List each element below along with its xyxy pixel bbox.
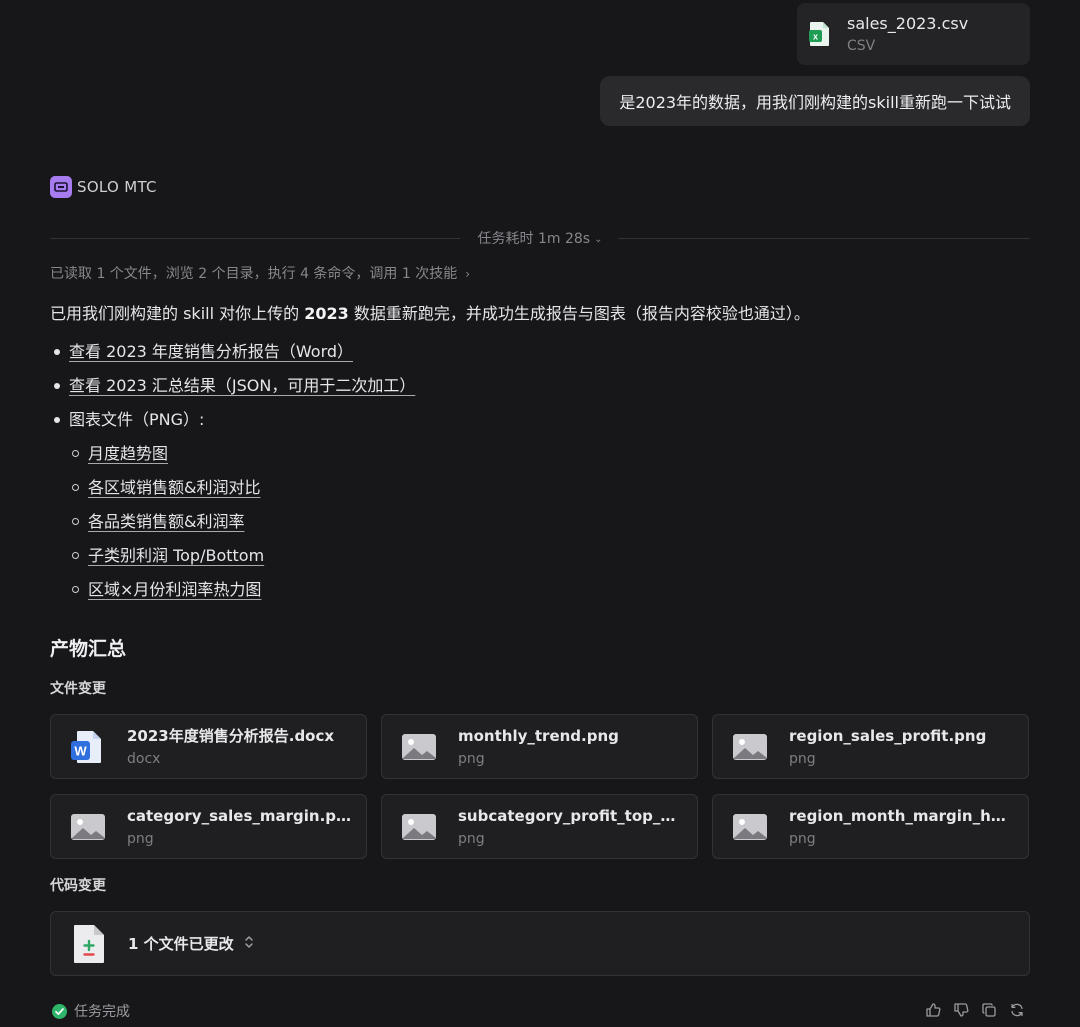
check-circle-icon <box>52 1003 67 1019</box>
user-message-bubble: 是2023年的数据，用我们刚构建的skill重新跑一下试试 <box>600 76 1030 126</box>
file-card-monthly-trend[interactable]: monthly_trend.png png <box>381 714 698 779</box>
list-item: 月度趋势图 <box>50 442 415 476</box>
code-changes-card[interactable]: 1 个文件已更改 <box>50 911 1030 976</box>
agent-header: SOLO MTC <box>50 176 157 198</box>
list-item: 各区域销售额&利润对比 <box>50 476 415 510</box>
report-link[interactable]: 查看 2023 年度销售分析报告（Word） <box>69 342 353 361</box>
file-name: monthly_trend.png <box>458 726 619 745</box>
expand-toggle-icon[interactable] <box>244 935 254 952</box>
file-type: png <box>789 830 816 847</box>
image-file-icon <box>401 729 437 765</box>
response-intro: 已用我们刚构建的 skill 对你上传的 2023 数据重新跑完，并成功生成报告… <box>50 302 810 326</box>
file-changes-heading: 文件变更 <box>50 681 106 697</box>
chart-link-monthly-trend[interactable]: 月度趋势图 <box>88 444 168 463</box>
image-file-icon <box>70 809 106 845</box>
chevron-down-icon: ⌄ <box>594 234 603 245</box>
thumbs-down-icon[interactable] <box>953 1002 969 1018</box>
list-item: 各品类销售额&利润率 <box>50 510 415 544</box>
chart-link-region-sales-profit[interactable]: 各区域销售额&利润对比 <box>88 478 260 497</box>
task-status: 任务完成 <box>52 1001 130 1021</box>
file-type: docx <box>127 750 161 767</box>
intro-text-1: 已用我们刚构建的 skill 对你上传的 <box>50 304 305 323</box>
task-time-toggle[interactable]: 任务耗时 1m 28s ⌄ <box>50 228 1030 251</box>
file-name: region_sales_profit.png <box>789 726 987 745</box>
intro-bold-year: 2023 <box>304 304 349 323</box>
file-type: png <box>458 830 485 847</box>
list-item: 查看 2023 年度销售分析报告（Word） <box>50 340 415 374</box>
attachment-card[interactable]: x sales_2023.csv CSV <box>797 3 1030 65</box>
word-file-icon: W <box>70 729 106 765</box>
regenerate-icon[interactable] <box>1009 1002 1025 1018</box>
products-heading: 产物汇总 <box>50 638 127 660</box>
task-time-divider: 任务耗时 1m 28s ⌄ <box>50 228 1030 250</box>
message-actions <box>925 1002 1025 1018</box>
chat-page: x sales_2023.csv CSV 是2023年的数据，用我们刚构建的sk… <box>0 0 1080 1027</box>
task-status-label: 任务完成 <box>74 1004 130 1020</box>
image-file-icon <box>401 809 437 845</box>
svg-text:W: W <box>74 743 87 758</box>
agent-name: SOLO MTC <box>77 178 157 196</box>
list-item: 区域×月份利润率热力图 <box>50 578 415 612</box>
task-time-label: 任务耗时 1m 28s <box>477 231 591 247</box>
code-changes-heading: 代码变更 <box>50 878 106 894</box>
image-file-icon <box>732 729 768 765</box>
file-name: subcategory_profit_top_bo... <box>458 806 683 825</box>
image-file-icon <box>732 809 768 845</box>
charts-label: 图表文件（PNG）: <box>69 410 205 429</box>
actions-summary[interactable]: 已读取 1 个文件，浏览 2 个目录，执行 4 条命令，调用 1 次技能 › <box>50 263 470 285</box>
file-name: 2023年度销售分析报告.docx <box>127 726 335 745</box>
file-type: png <box>458 750 485 767</box>
file-card-region-sales-profit[interactable]: region_sales_profit.png png <box>712 714 1029 779</box>
chevron-right-icon: › <box>465 267 471 281</box>
chart-link-subcategory-profit[interactable]: 子类别利润 Top/Bottom <box>88 546 264 565</box>
list-item: 子类别利润 Top/Bottom <box>50 544 415 578</box>
chart-link-region-month-heatmap[interactable]: 区域×月份利润率热力图 <box>88 580 261 599</box>
file-card-category-sales-margin[interactable]: category_sales_margin.png png <box>50 794 367 859</box>
list-item: 查看 2023 汇总结果（JSON，可用于二次加工） <box>50 374 415 408</box>
chart-link-category-sales-margin[interactable]: 各品类销售额&利润率 <box>88 512 244 531</box>
file-type: png <box>127 830 154 847</box>
agent-icon <box>50 176 72 198</box>
file-card-docx[interactable]: W 2023年度销售分析报告.docx docx <box>50 714 367 779</box>
list-item: 图表文件（PNG）: <box>50 408 415 442</box>
attachment-type: CSV <box>847 37 876 54</box>
copy-icon[interactable] <box>981 1002 997 1018</box>
result-links-list: 查看 2023 年度销售分析报告（Word） 查看 2023 汇总结果（JSON… <box>50 340 415 612</box>
file-name: category_sales_margin.png <box>127 806 352 825</box>
thumbs-up-icon[interactable] <box>925 1002 941 1018</box>
file-name: region_month_margin_heat... <box>789 806 1014 825</box>
intro-text-2: 数据重新跑完，并成功生成报告与图表（报告内容校验也通过）。 <box>348 304 810 323</box>
file-card-subcategory-profit[interactable]: subcategory_profit_top_bo... png <box>381 794 698 859</box>
excel-file-icon: x <box>809 21 831 47</box>
svg-text:x: x <box>813 32 818 42</box>
file-type: png <box>789 750 816 767</box>
summary-json-link[interactable]: 查看 2023 汇总结果（JSON，可用于二次加工） <box>69 376 415 395</box>
file-diff-icon <box>72 924 106 964</box>
file-card-region-month-heatmap[interactable]: region_month_margin_heat... png <box>712 794 1029 859</box>
actions-summary-text: 已读取 1 个文件，浏览 2 个目录，执行 4 条命令，调用 1 次技能 <box>50 266 458 282</box>
code-changes-label: 1 个文件已更改 <box>128 935 234 953</box>
attachment-name: sales_2023.csv <box>847 13 969 33</box>
